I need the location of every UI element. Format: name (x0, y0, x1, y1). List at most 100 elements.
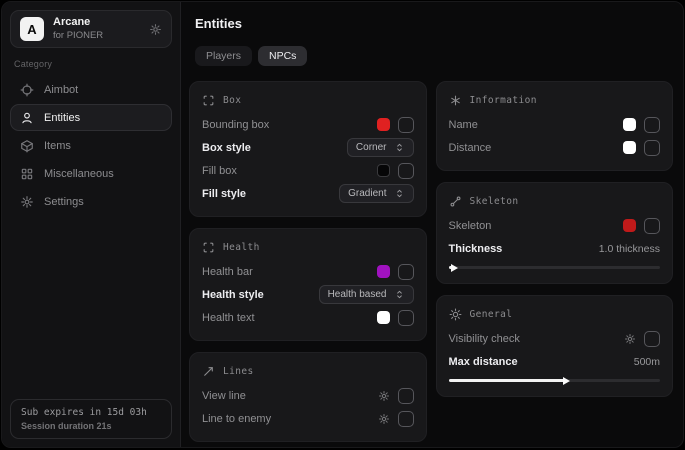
slider-value: 500m (634, 356, 660, 368)
setting-controls (377, 117, 414, 133)
card-information: InformationNameDistance (436, 81, 674, 171)
checkbox[interactable] (398, 264, 414, 280)
card-box: Box Bounding box Box styleCorner Fill box Fi… (189, 81, 427, 217)
checkbox[interactable] (644, 218, 660, 234)
select-health-style[interactable]: Health based (319, 285, 414, 304)
gear-icon (20, 195, 34, 209)
brand-subtitle: for PIONER (53, 30, 103, 42)
tab-players[interactable]: Players (195, 46, 252, 66)
card-header: Health (202, 241, 414, 254)
setting-row: Fill box (202, 159, 414, 182)
setting-label: Health text (202, 312, 255, 324)
setting-controls (378, 411, 414, 427)
setting-label: Skeleton (449, 220, 492, 232)
setting-controls (377, 310, 414, 326)
select-value: Corner (356, 142, 387, 153)
color-swatch[interactable] (377, 164, 390, 177)
setting-row: Name (449, 113, 661, 136)
tab-npcs[interactable]: NPCs (258, 46, 307, 66)
setting-controls (623, 140, 660, 156)
sidebar-item-label: Items (44, 140, 71, 152)
brand-card: A Arcane for PIONER (10, 10, 172, 48)
color-swatch[interactable] (377, 265, 390, 278)
setting-controls: Gradient (339, 184, 413, 203)
checkbox[interactable] (644, 117, 660, 133)
scan-icon (202, 241, 215, 254)
setting-label: Health bar (202, 266, 253, 278)
card-health: Health Health bar Health style Health based… (189, 228, 427, 341)
setting-row: Line to enemy (202, 407, 414, 430)
tab-bar: Players NPCs (195, 46, 673, 66)
setting-row: Health bar (202, 260, 414, 283)
subscription-expiry: Sub expires in 15d 03h (21, 407, 161, 418)
checkbox[interactable] (398, 163, 414, 179)
setting-label: Distance (449, 142, 492, 154)
card-column: Box Bounding box Box styleCorner Fill box Fi… (189, 81, 427, 442)
slider-fill (449, 379, 565, 382)
slider-thickness[interactable] (449, 263, 661, 272)
card-skeleton: Skeleton Skeleton Thickness1.0 thickness (436, 182, 674, 284)
setting-row: Max distance500m (449, 350, 661, 373)
checkbox[interactable] (398, 411, 414, 427)
gear-icon[interactable] (378, 390, 390, 402)
sidebar-item-settings[interactable]: Settings (10, 188, 172, 215)
slider-track[interactable] (449, 266, 661, 269)
setting-row: Health style Health based (202, 283, 414, 306)
person-icon (20, 111, 34, 125)
slider-thumb[interactable] (563, 377, 570, 385)
color-swatch[interactable] (377, 118, 390, 131)
card-columns: Box Bounding box Box styleCorner Fill box Fi… (189, 81, 673, 442)
checkbox[interactable] (398, 388, 414, 404)
grid-icon (20, 167, 34, 181)
color-swatch[interactable] (377, 311, 390, 324)
sidebar-nav: AimbotEntities Items Miscellaneous Settings (10, 76, 172, 215)
setting-row: Thickness1.0 thickness (449, 237, 661, 260)
setting-controls (377, 163, 414, 179)
setting-label: Line to enemy (202, 413, 271, 425)
gear-icon[interactable] (378, 413, 390, 425)
color-swatch[interactable] (623, 118, 636, 131)
diagonal-line-icon (202, 365, 215, 378)
subscription-box: Sub expires in 15d 03h Session duration … (10, 399, 172, 439)
setting-label: Bounding box (202, 119, 269, 131)
unfold-icon (394, 289, 405, 300)
sidebar-item-entities[interactable]: Entities (10, 104, 172, 131)
sidebar-item-items[interactable]: Items (10, 132, 172, 159)
setting-row: Box styleCorner (202, 136, 414, 159)
slider-value: 1.0 thickness (599, 243, 660, 255)
setting-label: Health style (202, 289, 264, 301)
setting-controls (377, 264, 414, 280)
setting-controls (624, 331, 660, 347)
select-value: Gradient (348, 188, 386, 199)
checkbox[interactable] (398, 310, 414, 326)
setting-label: View line (202, 390, 246, 402)
setting-row: Distance (449, 136, 661, 159)
card-title: Health (223, 242, 260, 253)
select-box-style[interactable]: Corner (347, 138, 414, 157)
select-fill-style[interactable]: Gradient (339, 184, 413, 203)
checkbox[interactable] (644, 331, 660, 347)
setting-controls (378, 388, 414, 404)
color-swatch[interactable] (623, 141, 636, 154)
card-header: Box (202, 94, 414, 107)
sidebar-item-miscellaneous[interactable]: Miscellaneous (10, 160, 172, 187)
setting-controls: 1.0 thickness (599, 243, 660, 255)
card-column: InformationNameDistanceSkeletonSkeletonT… (436, 81, 674, 442)
setting-controls: 500m (634, 356, 660, 368)
sidebar-item-label: Miscellaneous (44, 168, 114, 180)
gear-icon[interactable] (149, 23, 162, 36)
color-swatch[interactable] (623, 219, 636, 232)
brand-logo: A (20, 17, 44, 41)
slider-max-distance[interactable] (449, 376, 661, 385)
slider-thumb[interactable] (451, 264, 458, 272)
setting-controls: Corner (347, 138, 414, 157)
setting-label: Fill box (202, 165, 237, 177)
page-title: Entities (195, 16, 673, 31)
checkbox[interactable] (644, 140, 660, 156)
card-title: Skeleton (470, 196, 519, 207)
checkbox[interactable] (398, 117, 414, 133)
sidebar-item-aimbot[interactable]: Aimbot (10, 76, 172, 103)
setting-label: Fill style (202, 188, 246, 200)
setting-label: Name (449, 119, 478, 131)
gear-icon[interactable] (624, 333, 636, 345)
